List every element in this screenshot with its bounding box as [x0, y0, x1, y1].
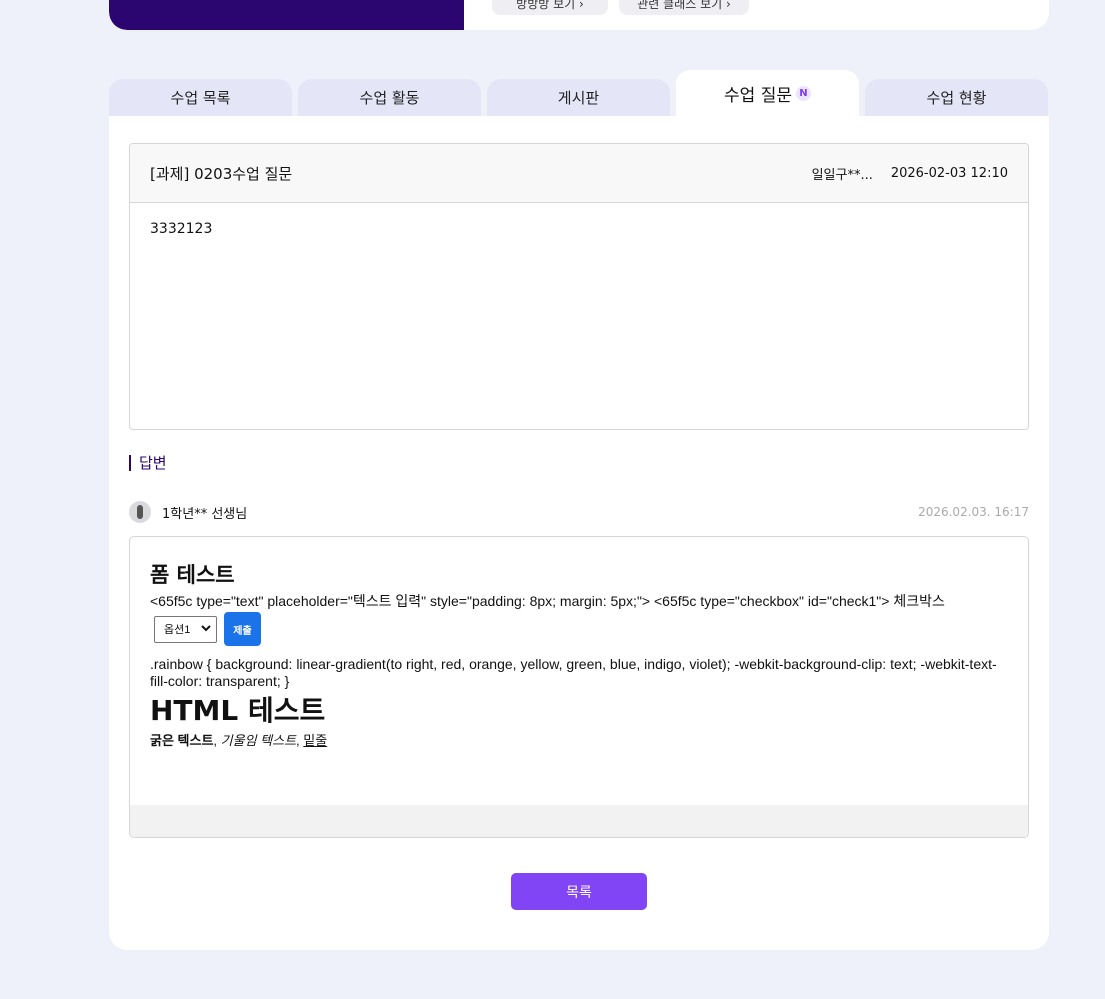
answer-header: 1학년** 선생님 2026.02.03. 16:17 [129, 501, 1029, 523]
question-body: 3332123 [150, 221, 213, 237]
tab-class-status[interactable]: 수업 현황 [865, 79, 1048, 116]
answer-styles-line: 굵은 텍스트, 기울임 텍스트, 밑줄 [150, 730, 1008, 749]
option-select-value: 옵션1 [164, 624, 191, 636]
tab-label: 게시판 [557, 89, 600, 107]
answer-footer [130, 805, 1028, 837]
tab-label: 수업 목록 [170, 89, 231, 107]
header-button-2[interactable]: 관련 클래스 보기 › [619, 0, 749, 15]
question-author: 일일구**... [811, 167, 873, 183]
header-button-1-label: 방방방 보기 › [516, 0, 584, 11]
question-title: [과제] 0203수업 질문 [150, 164, 293, 183]
answer-css-line: .rainbow { background: linear-gradient(t… [150, 656, 997, 689]
separator: , [213, 733, 221, 748]
answer-box: 폼 테스트 <65f5c type="text" placeholder="텍스… [129, 536, 1029, 838]
answer-form-row: 옵션1 제출 [154, 612, 1008, 646]
option-select[interactable]: 옵션1 [154, 615, 217, 643]
underline-text: 밑줄 [303, 733, 328, 748]
answer-section-label: 답변 [129, 455, 167, 471]
tab-class-activity[interactable]: 수업 활동 [298, 79, 481, 116]
italic-text: 기울임 텍스트 [220, 733, 297, 748]
tab-label: 수업 현황 [926, 89, 987, 107]
question-date: 2026-02-03 12:10 [890, 165, 1008, 181]
header-button-1[interactable]: 방방방 보기 › [492, 0, 608, 15]
list-button[interactable]: 목록 [511, 873, 647, 910]
bold-text: 굵은 텍스트 [150, 733, 214, 748]
answer-content: 폼 테스트 <65f5c type="text" placeholder="텍스… [130, 537, 1028, 783]
header-card: 방방방 보기 › 관련 클래스 보기 › [109, 0, 1049, 30]
tab-label: 수업 질문 [724, 85, 792, 106]
tab-label: 수업 활동 [359, 89, 420, 107]
submit-button[interactable]: 제출 [224, 612, 261, 646]
header-banner [109, 0, 464, 30]
main-card: [과제] 0203수업 질문 일일구**... 2026-02-03 12:10… [109, 116, 1049, 950]
header-button-2-label: 관련 클래스 보기 › [637, 0, 731, 11]
avatar [129, 501, 151, 523]
answer-code-line: <65f5c type="text" placeholder="텍스트 입력" … [150, 593, 945, 609]
answer-author: 1학년** 선생님 [162, 506, 248, 522]
tab-class-questions[interactable]: 수업 질문 N [676, 70, 859, 116]
tab-board[interactable]: 게시판 [487, 79, 670, 116]
tab-class-list[interactable]: 수업 목록 [109, 79, 292, 116]
chevron-down-icon [201, 623, 211, 635]
question-header: [과제] 0203수업 질문 일일구**... 2026-02-03 12:10 [130, 144, 1028, 203]
answer-heading-html: HTML 테스트 [150, 694, 326, 727]
answer-date: 2026.02.03. 16:17 [918, 505, 1029, 519]
question-box: [과제] 0203수업 질문 일일구**... 2026-02-03 12:10… [129, 143, 1029, 430]
new-badge: N [795, 86, 811, 101]
answer-heading-form: 폼 테스트 [150, 563, 235, 587]
